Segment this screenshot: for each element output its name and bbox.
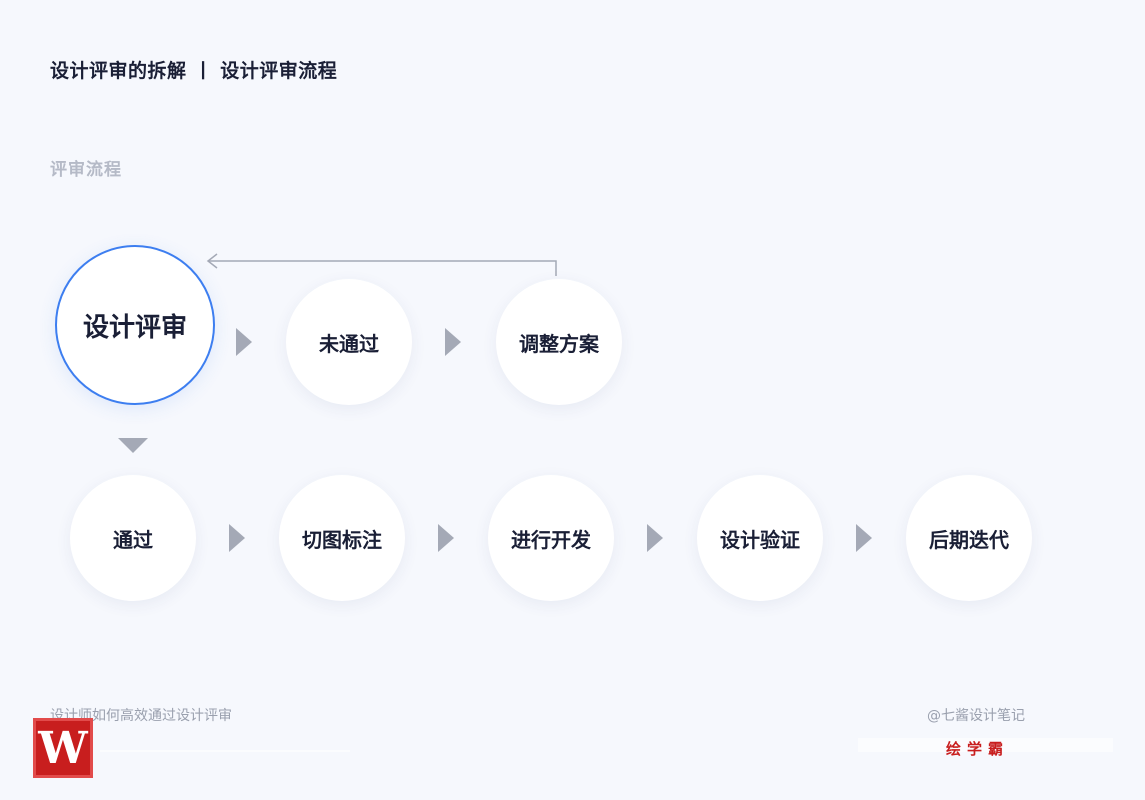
arrow-right-icon xyxy=(856,524,872,552)
arrow-down-icon xyxy=(118,438,148,453)
node-not-passed: 未通过 xyxy=(286,279,412,405)
node-label: 设计评审 xyxy=(82,312,187,343)
node-iteration: 后期迭代 xyxy=(906,475,1032,601)
node-design-review: 设计评审 xyxy=(55,245,215,405)
arrow-right-icon xyxy=(438,524,454,552)
node-label: 切图标注 xyxy=(302,527,382,552)
arrow-right-icon xyxy=(236,328,252,356)
logo-letter: W xyxy=(38,722,88,774)
node-passed: 通过 xyxy=(70,475,196,601)
node-label: 通过 xyxy=(113,527,153,552)
footer-author: @七酱设计笔记 xyxy=(927,708,1025,724)
node-label: 未通过 xyxy=(319,331,379,356)
node-label: 后期迭代 xyxy=(929,527,1009,552)
node-label: 调整方案 xyxy=(519,331,599,356)
watermark-line xyxy=(100,750,350,752)
node-label: 设计验证 xyxy=(720,527,800,552)
brand-stamp: 绘学霸 xyxy=(946,740,1010,758)
arrow-right-icon xyxy=(229,524,245,552)
node-development: 进行开发 xyxy=(488,475,614,601)
node-label: 进行开发 xyxy=(511,527,591,552)
node-slice-annotate: 切图标注 xyxy=(279,475,405,601)
brand-logo-icon: W xyxy=(33,718,93,778)
arrow-right-icon xyxy=(647,524,663,552)
arrow-right-icon xyxy=(445,328,461,356)
node-design-verify: 设计验证 xyxy=(697,475,823,601)
node-adjust-plan: 调整方案 xyxy=(496,279,622,405)
